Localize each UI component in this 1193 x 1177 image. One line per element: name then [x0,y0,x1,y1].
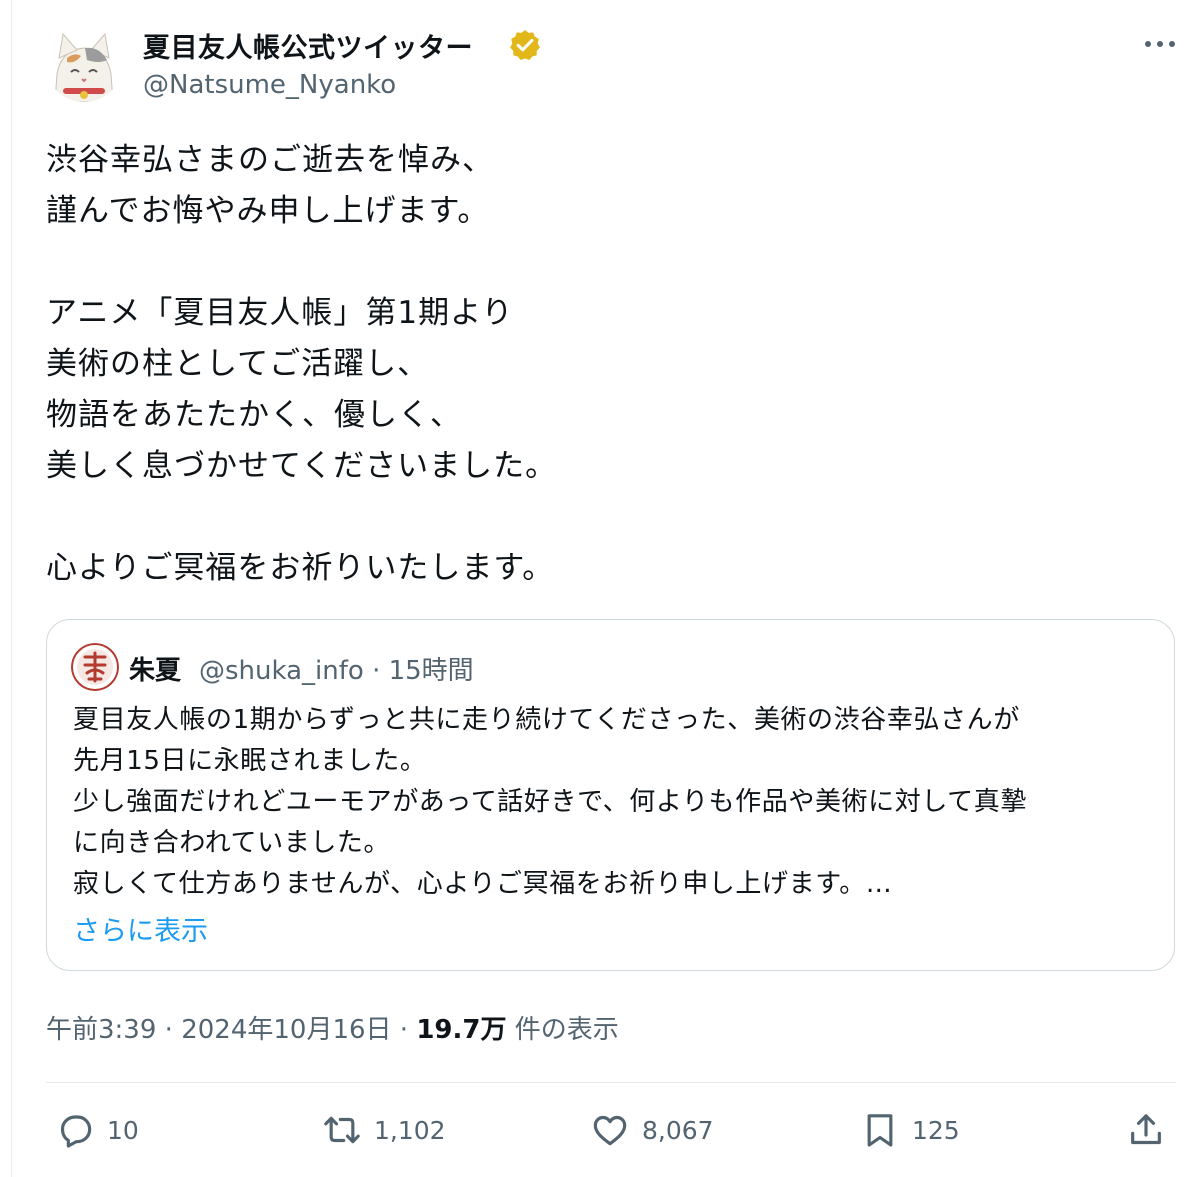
tweet-date[interactable]: 2024年10月16日 [181,1015,391,1045]
meta-separator: · [391,1015,417,1045]
meta-separator: · [156,1015,182,1045]
reply-button[interactable]: 10 [55,1108,139,1152]
share-button[interactable] [1126,1108,1166,1152]
tweet-line: アニメ「夏目友人帳」第1期より [46,295,514,331]
repost-button[interactable]: 1,102 [322,1108,446,1152]
quoted-line: 少し強面だけれどユーモアがあって話好きで、何よりも作品や美術に対して真摯 [73,787,1027,817]
like-count: 8,067 [642,1115,714,1145]
quoted-tweet-text: 夏目友人帳の1期からずっと共に走り続けてくださった、美術の渋谷幸弘さんが 先月1… [73,700,1163,905]
show-more-link[interactable]: さらに表示 [73,909,208,948]
author-handle[interactable]: @Natsume_Nyanko [143,70,396,100]
tweet-line: 物語をあたたかく、優しく、 [46,397,462,433]
author-avatar[interactable] [45,24,123,102]
quoted-author-avatar[interactable] [71,643,119,691]
quoted-line: に向き合われていました。 [73,828,391,858]
tweet-line: 謹んでお悔やみ申し上げます。 [46,193,490,229]
tweet-line: 渋谷幸弘さまのご逝去を悼み、 [46,142,494,178]
cat-avatar-icon [45,24,123,102]
tweet-line: 美術の柱としてご活躍し、 [46,346,430,382]
reply-count: 10 [107,1115,139,1145]
bookmark-button[interactable]: 125 [860,1108,960,1152]
left-border [11,0,12,1177]
seal-logo-icon [71,643,119,691]
quoted-tweet-card[interactable]: 朱夏 @shuka_info · 15時間 夏目友人帳の1期からずっと共に走り続… [46,619,1175,971]
quoted-line: 寂しくて仕方ありませんが、心よりご冥福をお祈り申し上げます。… [73,869,893,899]
tweet-time[interactable]: 午前3:39 [46,1015,156,1045]
tweet-line: 心よりご冥福をお祈りいたします。 [46,550,555,586]
quoted-line: 夏目友人帳の1期からずっと共に走り続けてくださった、美術の渋谷幸弘さんが [73,705,1020,735]
author-display-name[interactable]: 夏目友人帳公式ツイッター [143,26,473,65]
tweet-line: 美しく息づかせてくださいました。 [46,448,558,484]
bookmark-count: 125 [912,1115,960,1145]
quoted-author-name[interactable]: 朱夏 [129,650,181,687]
divider [46,1082,1176,1083]
reply-icon [60,1115,92,1148]
like-button[interactable]: 8,067 [590,1108,714,1152]
share-icon [1131,1114,1161,1145]
repost-count: 1,102 [374,1115,446,1145]
verified-badge-icon [510,30,540,61]
heart-icon [593,1115,627,1146]
quoted-author-meta[interactable]: @shuka_info · 15時間 [199,650,474,687]
view-count-label: 件の表示 [506,1015,619,1045]
more-options-icon[interactable] [1140,30,1180,58]
repost-icon [324,1116,360,1144]
tweet-meta: 午前3:39 · 2024年10月16日 · 19.7万 件の表示 [46,1009,619,1046]
view-count: 19.7万 [416,1015,507,1045]
tweet-text: 渋谷幸弘さまのご逝去を悼み、 謹んでお悔やみ申し上げます。 アニメ「夏目友人帳」… [46,135,1146,594]
bookmark-icon [867,1114,893,1147]
quoted-line: 先月15日に永眠されました。 [73,746,427,776]
